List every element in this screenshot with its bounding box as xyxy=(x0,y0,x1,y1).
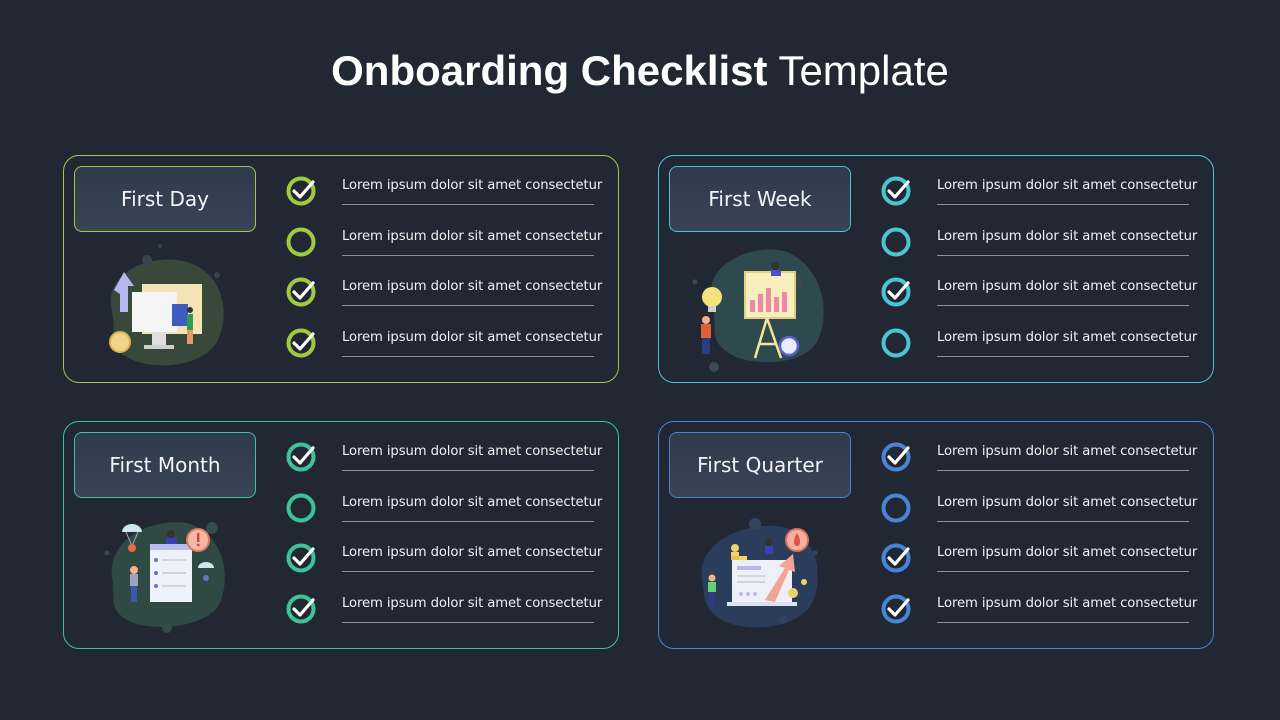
divider xyxy=(342,621,594,623)
card-label: First Quarter xyxy=(669,432,851,498)
page-title: Onboarding Checklist Template xyxy=(0,46,1280,96)
unchecked-circle-icon[interactable] xyxy=(881,491,915,525)
checklist-item[interactable]: Lorem ipsum dolor sit amet consectetur xyxy=(881,221,1201,272)
card-label: First Day xyxy=(74,166,256,232)
page-title-bold: Onboarding Checklist xyxy=(331,47,768,94)
divider xyxy=(937,204,1189,205)
checklist-item-text: Lorem ipsum dolor sit amet consectetur xyxy=(937,545,1198,560)
checklist-items: Lorem ipsum dolor sit amet consectetur L… xyxy=(881,170,1201,372)
checklist-item-text: Lorem ipsum dolor sit amet consectetur xyxy=(937,595,1198,611)
checklist-item[interactable]: Lorem ipsum dolor sit amet consectetur xyxy=(881,436,1201,487)
divider xyxy=(937,571,1189,572)
checklist-card-first-month: First Month Lorem ipsum dolor sit amet c… xyxy=(63,421,619,649)
divider xyxy=(342,305,594,306)
checklist-document-illustration xyxy=(104,522,225,633)
checklist-item[interactable]: Lorem ipsum dolor sit amet consectetur xyxy=(286,537,606,588)
checked-circle-icon[interactable] xyxy=(286,440,320,474)
divider xyxy=(342,571,594,572)
checklist-item-text: Lorem ipsum dolor sit amet consectetur xyxy=(342,329,603,345)
growth-computer-illustration xyxy=(109,244,224,366)
checked-circle-icon[interactable] xyxy=(881,541,915,575)
checked-circle-icon[interactable] xyxy=(286,275,320,309)
divider xyxy=(342,470,594,471)
divider xyxy=(937,254,1189,256)
checklist-item-text: Lorem ipsum dolor sit amet consectetur xyxy=(342,444,603,459)
checklist-items: Lorem ipsum dolor sit amet consectetur L… xyxy=(881,436,1201,638)
checklist-item-text: Lorem ipsum dolor sit amet consectetur xyxy=(342,279,603,294)
checklist-items: Lorem ipsum dolor sit amet consectetur L… xyxy=(286,170,606,372)
checked-circle-icon[interactable] xyxy=(881,440,915,474)
divider xyxy=(937,305,1189,306)
laptop-growth-illustration xyxy=(701,518,818,628)
divider xyxy=(342,254,594,256)
checklist-item-text: Lorem ipsum dolor sit amet consectetur xyxy=(342,178,603,193)
divider xyxy=(937,520,1189,522)
unchecked-circle-icon[interactable] xyxy=(881,326,915,360)
checklist-item[interactable]: Lorem ipsum dolor sit amet consectetur xyxy=(286,271,606,322)
divider xyxy=(342,520,594,522)
checked-circle-icon[interactable] xyxy=(286,592,320,626)
checked-circle-icon[interactable] xyxy=(286,326,320,360)
checklist-card-first-week: First Week Lorem ipsum dolor sit amet co… xyxy=(658,155,1214,383)
checklist-item[interactable]: Lorem ipsum dolor sit amet consectetur xyxy=(881,271,1201,322)
checked-circle-icon[interactable] xyxy=(881,275,915,309)
checklist-item[interactable]: Lorem ipsum dolor sit amet consectetur xyxy=(286,221,606,272)
checklist-card-first-quarter: First Quarter Lorem ipsum dolor sit amet… xyxy=(658,421,1214,649)
checked-circle-icon[interactable] xyxy=(286,174,320,208)
checklist-item-text: Lorem ipsum dolor sit amet consectetur xyxy=(937,279,1198,294)
checklist-item-text: Lorem ipsum dolor sit amet consectetur xyxy=(342,228,603,244)
checklist-item-text: Lorem ipsum dolor sit amet consectetur xyxy=(342,595,603,611)
checklist-item[interactable]: Lorem ipsum dolor sit amet consectetur xyxy=(881,537,1201,588)
checklist-item-text: Lorem ipsum dolor sit amet consectetur xyxy=(937,494,1198,510)
checklist-item[interactable]: Lorem ipsum dolor sit amet consectetur xyxy=(881,322,1201,373)
unchecked-circle-icon[interactable] xyxy=(286,491,320,525)
checklist-item[interactable]: Lorem ipsum dolor sit amet consectetur xyxy=(286,487,606,538)
card-label: First Week xyxy=(669,166,851,232)
checklist-item-text: Lorem ipsum dolor sit amet consectetur xyxy=(937,228,1198,244)
presentation-board-illustration xyxy=(692,249,824,372)
checklist-item[interactable]: Lorem ipsum dolor sit amet consectetur xyxy=(286,322,606,373)
unchecked-circle-icon[interactable] xyxy=(286,225,320,259)
checklist-item[interactable]: Lorem ipsum dolor sit amet consectetur xyxy=(881,170,1201,221)
checklist-item[interactable]: Lorem ipsum dolor sit amet consectetur xyxy=(881,588,1201,639)
page-title-light: Template xyxy=(778,47,949,94)
divider xyxy=(937,621,1189,623)
checklist-item-text: Lorem ipsum dolor sit amet consectetur xyxy=(342,545,603,560)
checklist-item[interactable]: Lorem ipsum dolor sit amet consectetur xyxy=(286,436,606,487)
checked-circle-icon[interactable] xyxy=(286,541,320,575)
checklist-item-text: Lorem ipsum dolor sit amet consectetur xyxy=(937,329,1198,345)
checklist-card-first-day: First Day Lorem ipsum dolor sit amet con… xyxy=(63,155,619,383)
checklist-item-text: Lorem ipsum dolor sit amet consectetur xyxy=(342,494,603,510)
checklist-item[interactable]: Lorem ipsum dolor sit amet consectetur xyxy=(881,487,1201,538)
unchecked-circle-icon[interactable] xyxy=(881,225,915,259)
checked-circle-icon[interactable] xyxy=(881,592,915,626)
divider xyxy=(937,355,1189,357)
card-label: First Month xyxy=(74,432,256,498)
divider xyxy=(342,204,594,205)
divider xyxy=(342,355,594,357)
checklist-item[interactable]: Lorem ipsum dolor sit amet consectetur xyxy=(286,588,606,639)
checklist-item-text: Lorem ipsum dolor sit amet consectetur xyxy=(937,444,1198,459)
checklist-item[interactable]: Lorem ipsum dolor sit amet consectetur xyxy=(286,170,606,221)
checklist-item-text: Lorem ipsum dolor sit amet consectetur xyxy=(937,178,1198,193)
divider xyxy=(937,470,1189,471)
checked-circle-icon[interactable] xyxy=(881,174,915,208)
checklist-items: Lorem ipsum dolor sit amet consectetur L… xyxy=(286,436,606,638)
